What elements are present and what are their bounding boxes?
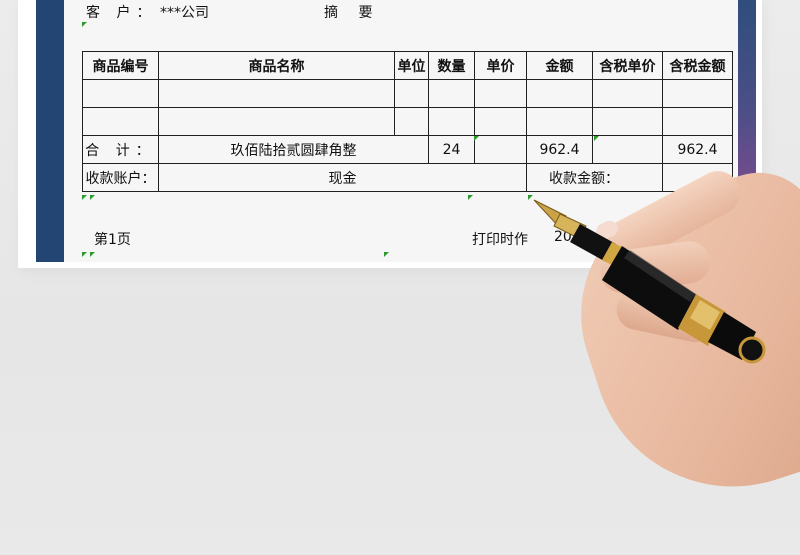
cell-marker — [594, 136, 599, 141]
invoice-table: 商品编号 商品名称 单位 数量 单价 金额 含税单价 含税金额 合 计： 玖佰陆… — [82, 51, 733, 192]
sheet-left-band — [36, 0, 64, 262]
cell-marker — [82, 22, 87, 27]
table-cell[interactable] — [526, 107, 593, 136]
cell-marker — [90, 252, 95, 257]
table-cell[interactable] — [428, 79, 475, 108]
fountain-pen-icon — [533, 199, 766, 364]
page-number: 第1页 — [94, 232, 131, 248]
total-tax-unit-price[interactable] — [592, 135, 663, 164]
table-cell[interactable] — [428, 107, 475, 136]
header-item-code: 商品编号 — [82, 51, 159, 80]
table-cell[interactable] — [158, 79, 395, 108]
total-row: 合 计： 玖佰陆拾贰圆肆角整 24 962.4 962.4 — [82, 135, 733, 164]
table-cell[interactable] — [474, 79, 527, 108]
total-unit-price[interactable] — [474, 135, 527, 164]
total-quantity[interactable]: 24 — [428, 135, 475, 164]
cell-marker — [384, 252, 389, 257]
header-tax-unit-price: 含税单价 — [592, 51, 663, 80]
table-cell[interactable] — [82, 79, 159, 108]
table-row — [82, 79, 733, 108]
table-cell[interactable] — [662, 79, 733, 108]
received-amount-label: 收款金额： — [526, 163, 663, 192]
table-cell[interactable] — [474, 107, 527, 136]
cell-marker — [468, 195, 473, 200]
total-tax-amount[interactable]: 962.4 — [662, 135, 733, 164]
account-label: 收款账户： — [82, 163, 159, 192]
total-amount-in-words[interactable]: 玖佰陆拾贰圆肆角整 — [158, 135, 429, 164]
header-unit: 单位 — [394, 51, 429, 80]
table-cell[interactable] — [662, 107, 733, 136]
header-amount: 金额 — [526, 51, 593, 80]
table-cell[interactable] — [592, 79, 663, 108]
header-item-name: 商品名称 — [158, 51, 395, 80]
cell-marker — [82, 252, 87, 257]
total-amount[interactable]: 962.4 — [526, 135, 593, 164]
customer-label: 客 户： — [86, 5, 157, 21]
table-row — [82, 107, 733, 136]
header-unit-price: 单价 — [474, 51, 527, 80]
table-cell[interactable] — [158, 107, 395, 136]
table-cell[interactable] — [394, 107, 429, 136]
total-label: 合 计： — [82, 135, 159, 164]
account-value[interactable]: 现金 — [158, 163, 527, 192]
table-cell[interactable] — [592, 107, 663, 136]
cell-marker — [474, 136, 479, 141]
header-tax-amount: 含税金额 — [662, 51, 733, 80]
account-row: 收款账户： 现金 收款金额： — [82, 163, 733, 192]
header-quantity: 数量 — [428, 51, 475, 80]
table-cell[interactable] — [394, 79, 429, 108]
table-header-row: 商品编号 商品名称 单位 数量 单价 金额 含税单价 含税金额 — [82, 51, 733, 80]
cell-marker — [90, 195, 95, 200]
summary-label: 摘 要 — [324, 5, 381, 21]
table-cell[interactable] — [526, 79, 593, 108]
customer-value[interactable]: ***公司 — [160, 2, 209, 22]
cell-marker — [82, 195, 87, 200]
table-cell[interactable] — [82, 107, 159, 136]
